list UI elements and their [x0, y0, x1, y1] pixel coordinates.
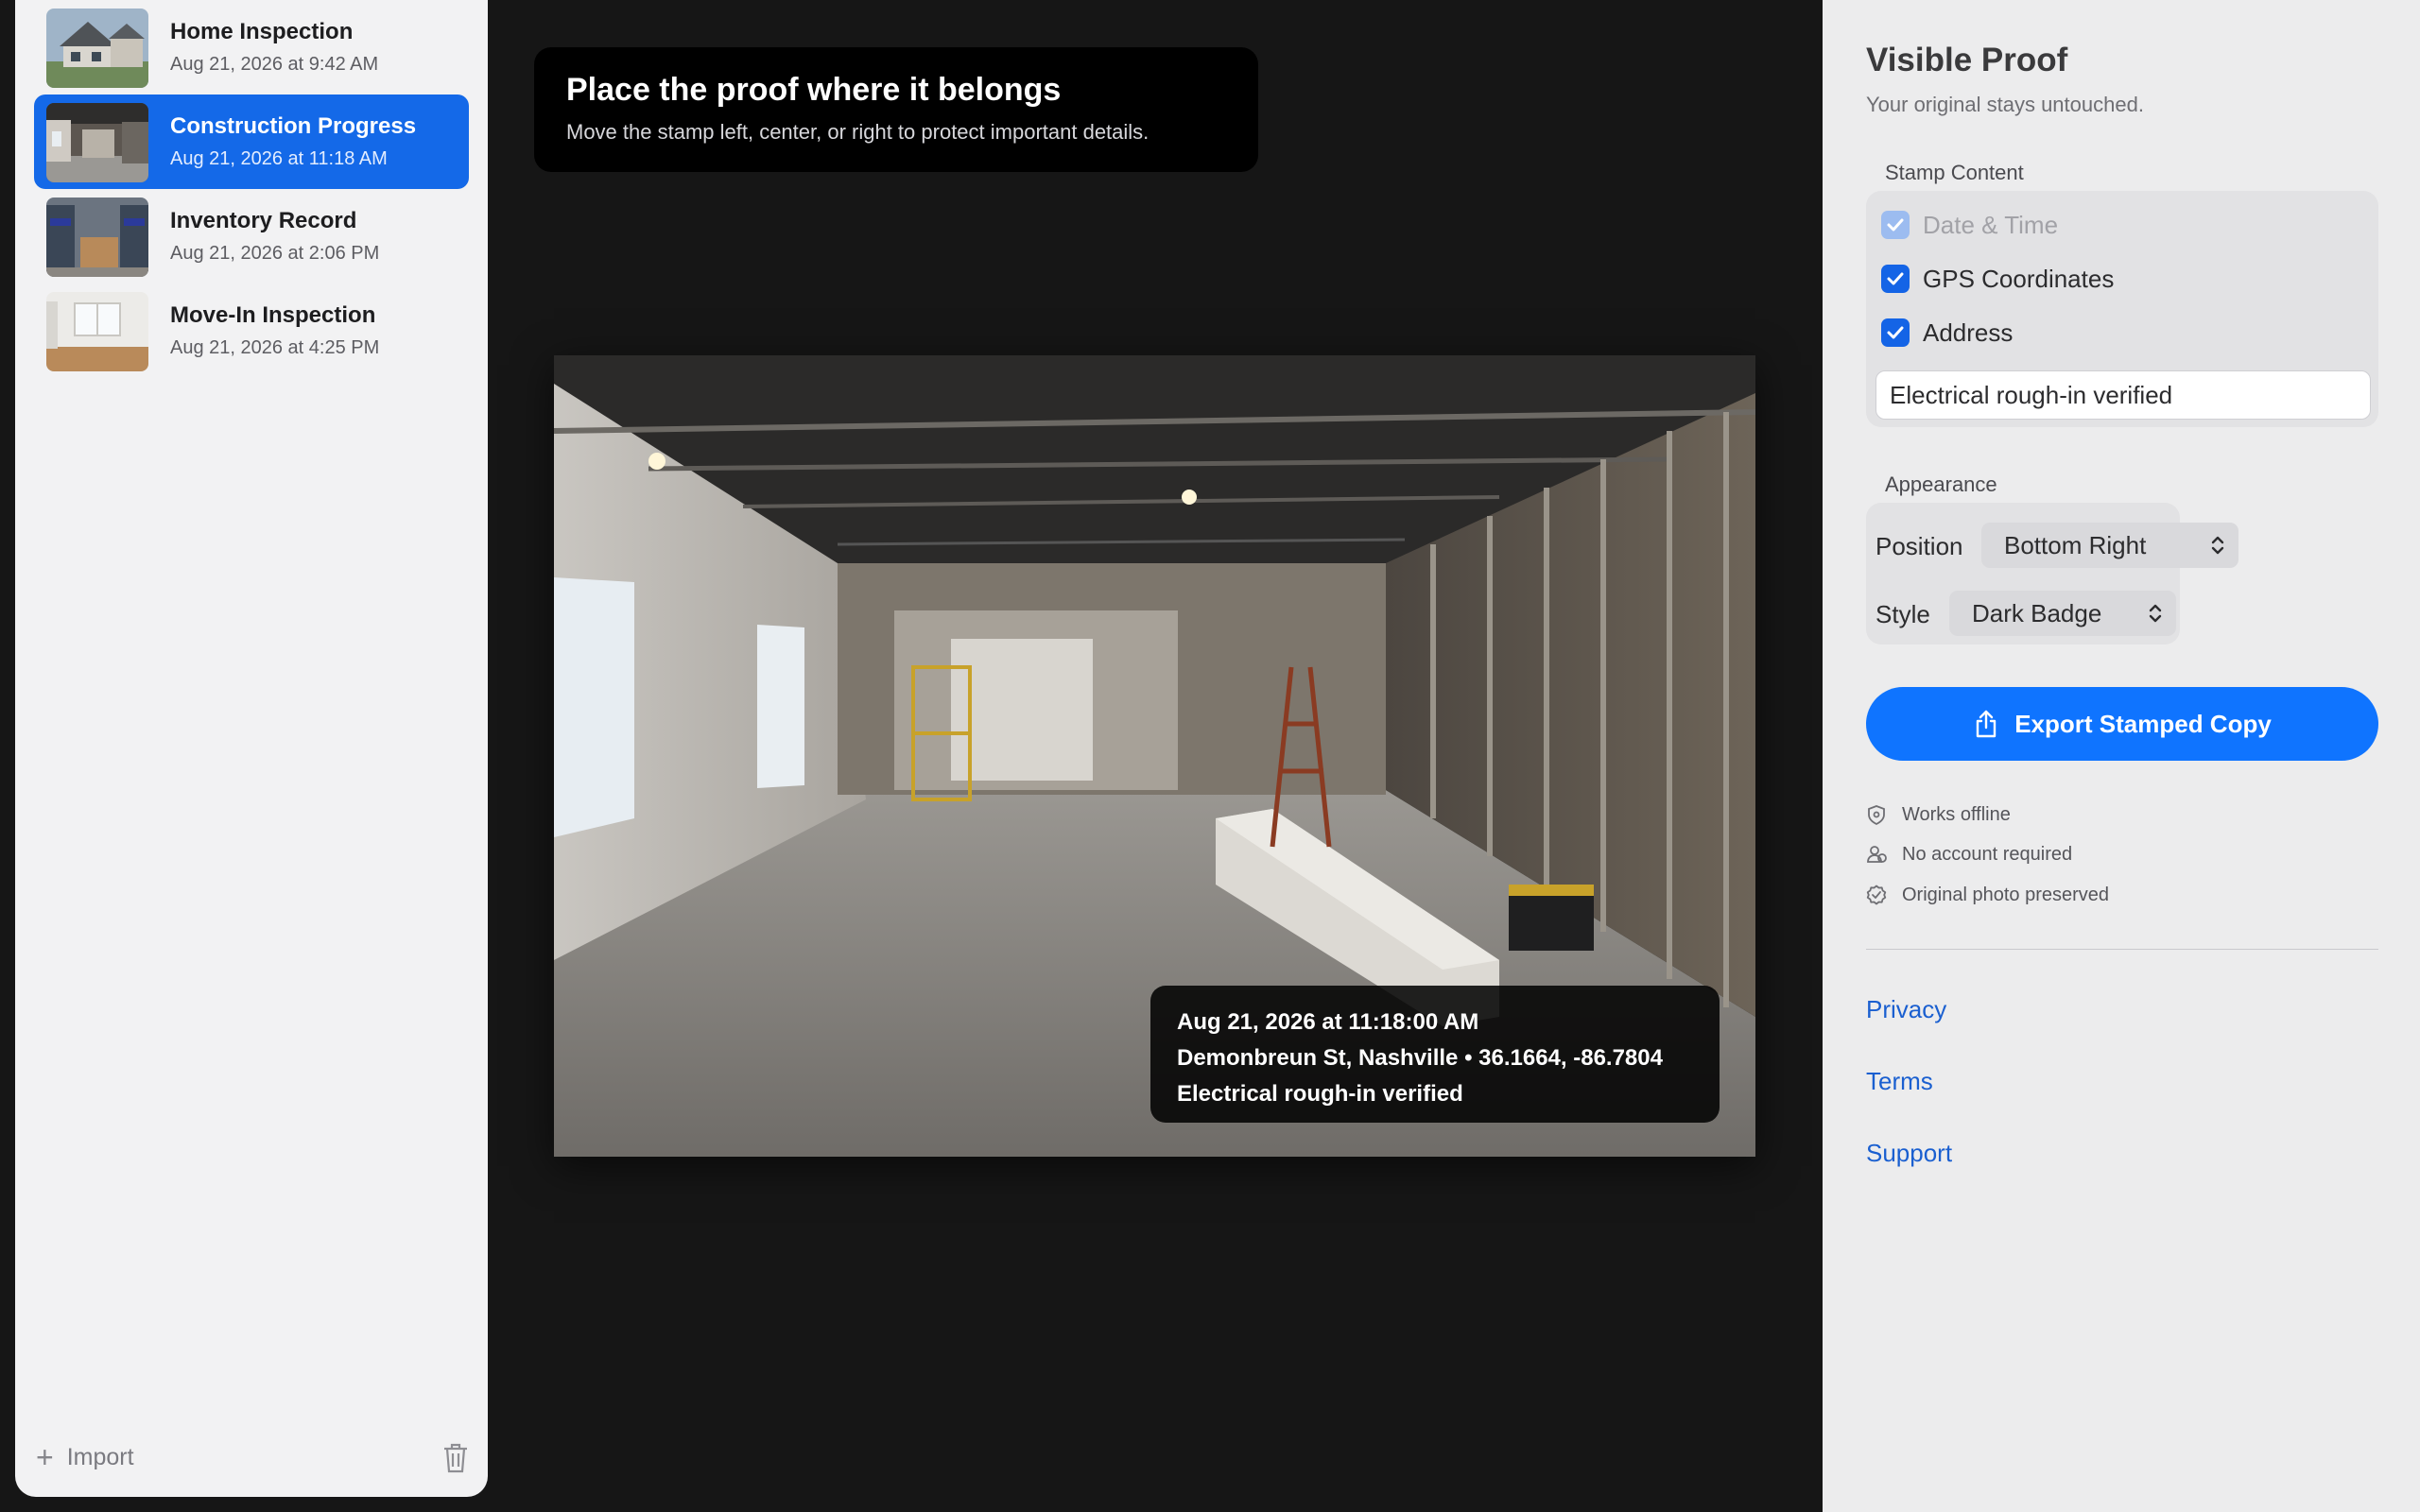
- position-select[interactable]: Bottom Right: [1981, 523, 2238, 568]
- sidebar-item-construction-progress[interactable]: Construction Progress Aug 21, 2026 at 11…: [34, 94, 469, 189]
- section-label-stamp-content: Stamp Content: [1885, 161, 2024, 184]
- banner-subtitle: Move the stamp left, center, or right to…: [566, 120, 1150, 144]
- feature-no-account: No account required: [1866, 841, 2072, 868]
- sidebar-item-home-inspection[interactable]: Home Inspection Aug 21, 2026 at 9:42 AM: [34, 0, 469, 94]
- feature-original-preserved: Original photo preserved: [1866, 882, 2109, 908]
- style-select[interactable]: Dark Badge: [1949, 591, 2176, 636]
- share-icon: [1977, 710, 1996, 738]
- chevron-up-down-icon: [2211, 536, 2224, 555]
- import-label: Import: [66, 1443, 134, 1470]
- panel-title: Visible Proof: [1866, 42, 2068, 78]
- sidebar: Home Inspection Aug 21, 2026 at 9:42 AM …: [15, 0, 488, 1497]
- item-date: Aug 21, 2026 at 2:06 PM: [170, 243, 380, 264]
- export-stamped-copy-button[interactable]: Export Stamped Copy: [1866, 687, 2378, 761]
- item-date: Aug 21, 2026 at 4:25 PM: [170, 337, 380, 358]
- person-icon: [1867, 846, 1887, 863]
- thumbnail-construction-progress: [46, 103, 148, 182]
- item-title: Move-In Inspection: [170, 302, 376, 328]
- import-button[interactable]: + Import: [36, 1436, 134, 1478]
- sidebar-item-inventory-record[interactable]: Inventory Record Aug 21, 2026 at 2:06 PM: [34, 189, 469, 284]
- shield-icon: [1868, 805, 1885, 825]
- item-title: Construction Progress: [170, 113, 417, 139]
- stamp-line-note: Electrical rough-in verified: [1177, 1081, 1463, 1107]
- checkmark-icon: [1881, 265, 1910, 293]
- section-label-appearance: Appearance: [1885, 472, 1997, 496]
- chevron-up-down-icon: [2149, 604, 2162, 623]
- style-value: Dark Badge: [1972, 598, 2102, 627]
- thumbnail-home-inspection: [46, 9, 148, 88]
- hint-banner: Place the proof where it belongs Move th…: [534, 47, 1258, 172]
- sidebar-item-move-in-inspection[interactable]: Move-In Inspection Aug 21, 2026 at 4:25 …: [34, 284, 469, 378]
- thumbnail-move-in-inspection: [46, 292, 148, 371]
- checkbox-label: Date & Time: [1923, 210, 2059, 239]
- check-seal-icon: [1866, 885, 1887, 905]
- stamp-badge[interactable]: Aug 21, 2026 at 11:18:00 AM Demonbreun S…: [1150, 986, 1720, 1123]
- panel-subtitle: Your original stays untouched.: [1866, 93, 2144, 116]
- trash-icon[interactable]: [442, 1442, 469, 1474]
- checkbox-label: GPS Coordinates: [1923, 264, 2115, 293]
- stamp-line-location: Demonbreun St, Nashville • 36.1664, -86.…: [1177, 1045, 1663, 1071]
- terms-link[interactable]: Terms: [1866, 1067, 1933, 1096]
- item-date: Aug 21, 2026 at 11:18 AM: [170, 148, 388, 169]
- checkbox-label: Address: [1923, 318, 2014, 347]
- feature-works-offline: Works offline: [1866, 801, 2011, 828]
- inspector-panel: Visible Proof Your original stays untouc…: [1823, 0, 2420, 1512]
- style-label: Style: [1876, 600, 1930, 628]
- checkbox-address[interactable]: Address: [1881, 316, 2013, 350]
- item-title: Home Inspection: [170, 19, 354, 44]
- checkmark-icon: [1881, 211, 1910, 239]
- checkmark-icon: [1881, 318, 1910, 347]
- feature-label: Original photo preserved: [1902, 884, 2110, 905]
- item-title: Inventory Record: [170, 208, 357, 233]
- position-label: Position: [1876, 532, 1963, 560]
- feature-label: No account required: [1902, 843, 2073, 865]
- plus-icon: +: [36, 1440, 54, 1474]
- stamp-line-datetime: Aug 21, 2026 at 11:18:00 AM: [1177, 1009, 1479, 1035]
- banner-title: Place the proof where it belongs: [566, 72, 1062, 108]
- export-label: Export Stamped Copy: [2014, 709, 2272, 738]
- checkbox-date-time[interactable]: Date & Time: [1881, 208, 2058, 242]
- checkbox-gps-coordinates[interactable]: GPS Coordinates: [1881, 262, 2114, 296]
- support-link[interactable]: Support: [1866, 1139, 1952, 1168]
- divider: [1866, 949, 2378, 950]
- thumbnail-inventory-record: [46, 198, 148, 277]
- position-value: Bottom Right: [2004, 530, 2147, 559]
- item-date: Aug 21, 2026 at 9:42 AM: [170, 54, 379, 75]
- stamp-note-input[interactable]: [1876, 370, 2371, 420]
- privacy-link[interactable]: Privacy: [1866, 995, 1946, 1024]
- feature-label: Works offline: [1902, 803, 2011, 825]
